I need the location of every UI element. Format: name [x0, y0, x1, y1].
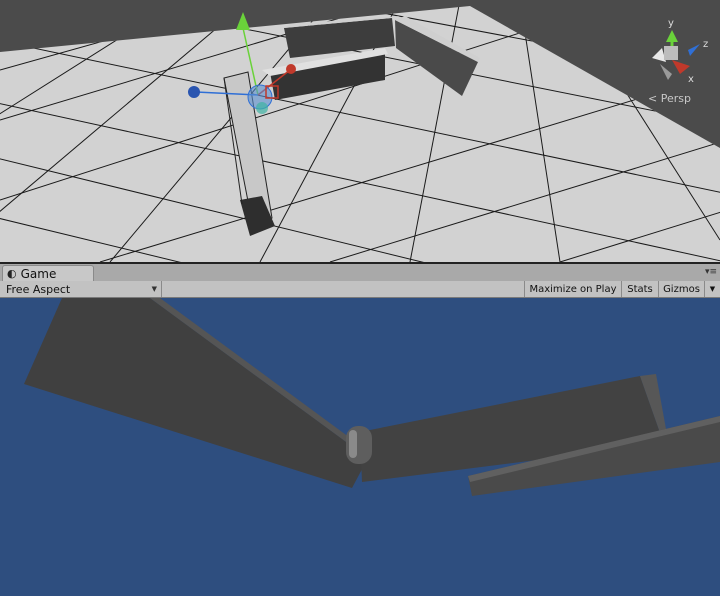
player-capsule — [346, 426, 372, 464]
orientation-gizmo-z-label: z — [703, 39, 708, 50]
gizmos-button[interactable]: Gizmos — [658, 281, 704, 297]
game-tab-bar: ◐ Game ▾≡ — [0, 264, 720, 282]
aspect-dropdown-label: Free Aspect — [6, 282, 71, 296]
orientation-gizmo-x-label: x — [688, 74, 694, 85]
stats-label: Stats — [627, 283, 653, 295]
orientation-gizmo-y-label: y — [668, 18, 674, 29]
tab-game[interactable]: ◐ Game — [2, 265, 94, 281]
scene-view[interactable]: y z x < Persp — [0, 0, 720, 262]
tab-menu-icon[interactable]: ▾≡ — [705, 267, 717, 277]
orientation-gizmo[interactable]: y z x — [652, 18, 708, 85]
unity-editor: y z x < Persp ◐ Game ▾≡ Free Aspect ▼ Ma… — [0, 0, 720, 596]
aspect-dropdown[interactable]: Free Aspect ▼ — [2, 281, 162, 297]
chevron-down-icon: ▼ — [151, 285, 157, 293]
gizmos-label: Gizmos — [663, 283, 700, 295]
stats-button[interactable]: Stats — [621, 281, 658, 297]
game-viewport[interactable] — [0, 298, 720, 596]
game-toolbar: Free Aspect ▼ Maximize on Play Stats Giz… — [0, 281, 720, 298]
projection-label: Persp — [660, 92, 691, 105]
maximize-on-play-label: Maximize on Play — [529, 283, 617, 295]
projection-toggle[interactable]: < Persp — [648, 92, 691, 105]
pacman-icon: ◐ — [7, 267, 17, 280]
game-view[interactable] — [0, 298, 720, 596]
tab-game-label: Game — [20, 266, 57, 281]
chevron-down-icon: ▼ — [709, 285, 716, 293]
gizmos-dropdown[interactable]: ▼ — [704, 281, 720, 297]
scene-viewport[interactable]: y z x — [0, 0, 720, 262]
maximize-on-play-button[interactable]: Maximize on Play — [524, 281, 621, 297]
